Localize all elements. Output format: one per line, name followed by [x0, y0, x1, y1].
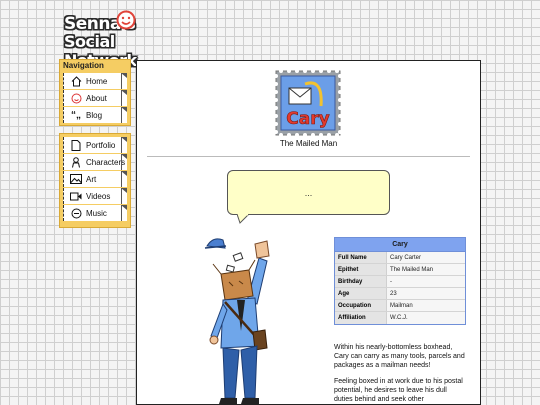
- nav-item-art[interactable]: Art: [63, 171, 127, 187]
- nav-item-music[interactable]: Music: [63, 205, 127, 221]
- character-info-table: Cary Full Name Cary Carter Epithet The M…: [334, 237, 466, 325]
- info-key: Occupation: [335, 300, 387, 311]
- table-row: Age 23: [335, 288, 465, 300]
- character-description: Within his nearly-bottomless boxhead, Ca…: [334, 343, 466, 404]
- music-icon: [70, 207, 82, 219]
- smiley-logo-icon: [116, 10, 136, 30]
- info-value: The Mailed Man: [387, 264, 465, 275]
- description-paragraph: Feeling boxed in at work due to his post…: [334, 378, 463, 403]
- image-icon: [70, 173, 82, 185]
- nav-item-label: Characters: [86, 157, 126, 167]
- person-icon: [70, 156, 82, 168]
- info-value: Cary Carter: [387, 252, 465, 263]
- info-value: -: [387, 276, 465, 287]
- info-key: Full Name: [335, 252, 387, 263]
- nav-item-label: Videos: [86, 191, 111, 201]
- nav-item-label: About: [86, 93, 107, 103]
- nav-item-label: Art: [86, 174, 97, 184]
- table-row: Affiliation W.C.J.: [335, 312, 465, 324]
- character-stamp-image: Cary: [275, 70, 341, 136]
- nav-item-home[interactable]: Home: [63, 73, 127, 89]
- nav-item-videos[interactable]: Videos: [63, 188, 127, 204]
- nav-item-about[interactable]: About: [63, 90, 127, 106]
- main-content-panel: Cary The Mailed Man ... Cary Full Name C…: [136, 60, 481, 405]
- navigation-panel: Navigation Home About “„ Blog: [59, 59, 131, 126]
- character-caption: The Mailed Man: [279, 139, 338, 148]
- speech-text: ...: [304, 187, 313, 198]
- speech-bubble-tail: [237, 214, 250, 224]
- info-key: Age: [335, 288, 387, 299]
- table-row: Birthday -: [335, 276, 465, 288]
- nav-item-characters[interactable]: Characters: [63, 154, 127, 170]
- table-row: Occupation Mailman: [335, 300, 465, 312]
- nav-item-blog[interactable]: “„ Blog: [63, 107, 127, 123]
- divider: [147, 156, 470, 157]
- nav-item-label: Music: [86, 208, 107, 218]
- quote-icon: “„: [71, 109, 81, 121]
- info-value: W.C.J.: [387, 312, 465, 324]
- nav-item-label: Home: [86, 76, 108, 86]
- nav-item-label: Blog: [86, 110, 103, 120]
- home-icon: [70, 75, 82, 87]
- info-key: Epithet: [335, 264, 387, 275]
- navigation-heading: Navigation: [63, 61, 104, 70]
- info-value: Mailman: [387, 300, 465, 311]
- nav-item-label: Portfolio: [86, 140, 116, 150]
- stamp-name: Cary: [286, 109, 329, 129]
- nav-item-portfolio[interactable]: Portfolio: [63, 137, 127, 153]
- character-illustration: [204, 238, 270, 404]
- info-key: Affiliation: [335, 312, 387, 324]
- navigation-panel-portfolio: Portfolio Characters Art Videos Music: [59, 133, 131, 228]
- info-table-title: Cary: [335, 238, 465, 252]
- site-logo[interactable]: Senna's Social Network: [62, 10, 180, 70]
- description-paragraph: Within his nearly-bottomless boxhead, Ca…: [334, 344, 465, 369]
- document-icon: [70, 139, 82, 151]
- smile-icon: [70, 92, 82, 104]
- table-row: Full Name Cary Carter: [335, 252, 465, 264]
- info-key: Birthday: [335, 276, 387, 287]
- video-camera-icon: [70, 190, 82, 202]
- table-row: Epithet The Mailed Man: [335, 264, 465, 276]
- info-value: 23: [387, 288, 465, 299]
- speech-bubble: ...: [227, 170, 390, 215]
